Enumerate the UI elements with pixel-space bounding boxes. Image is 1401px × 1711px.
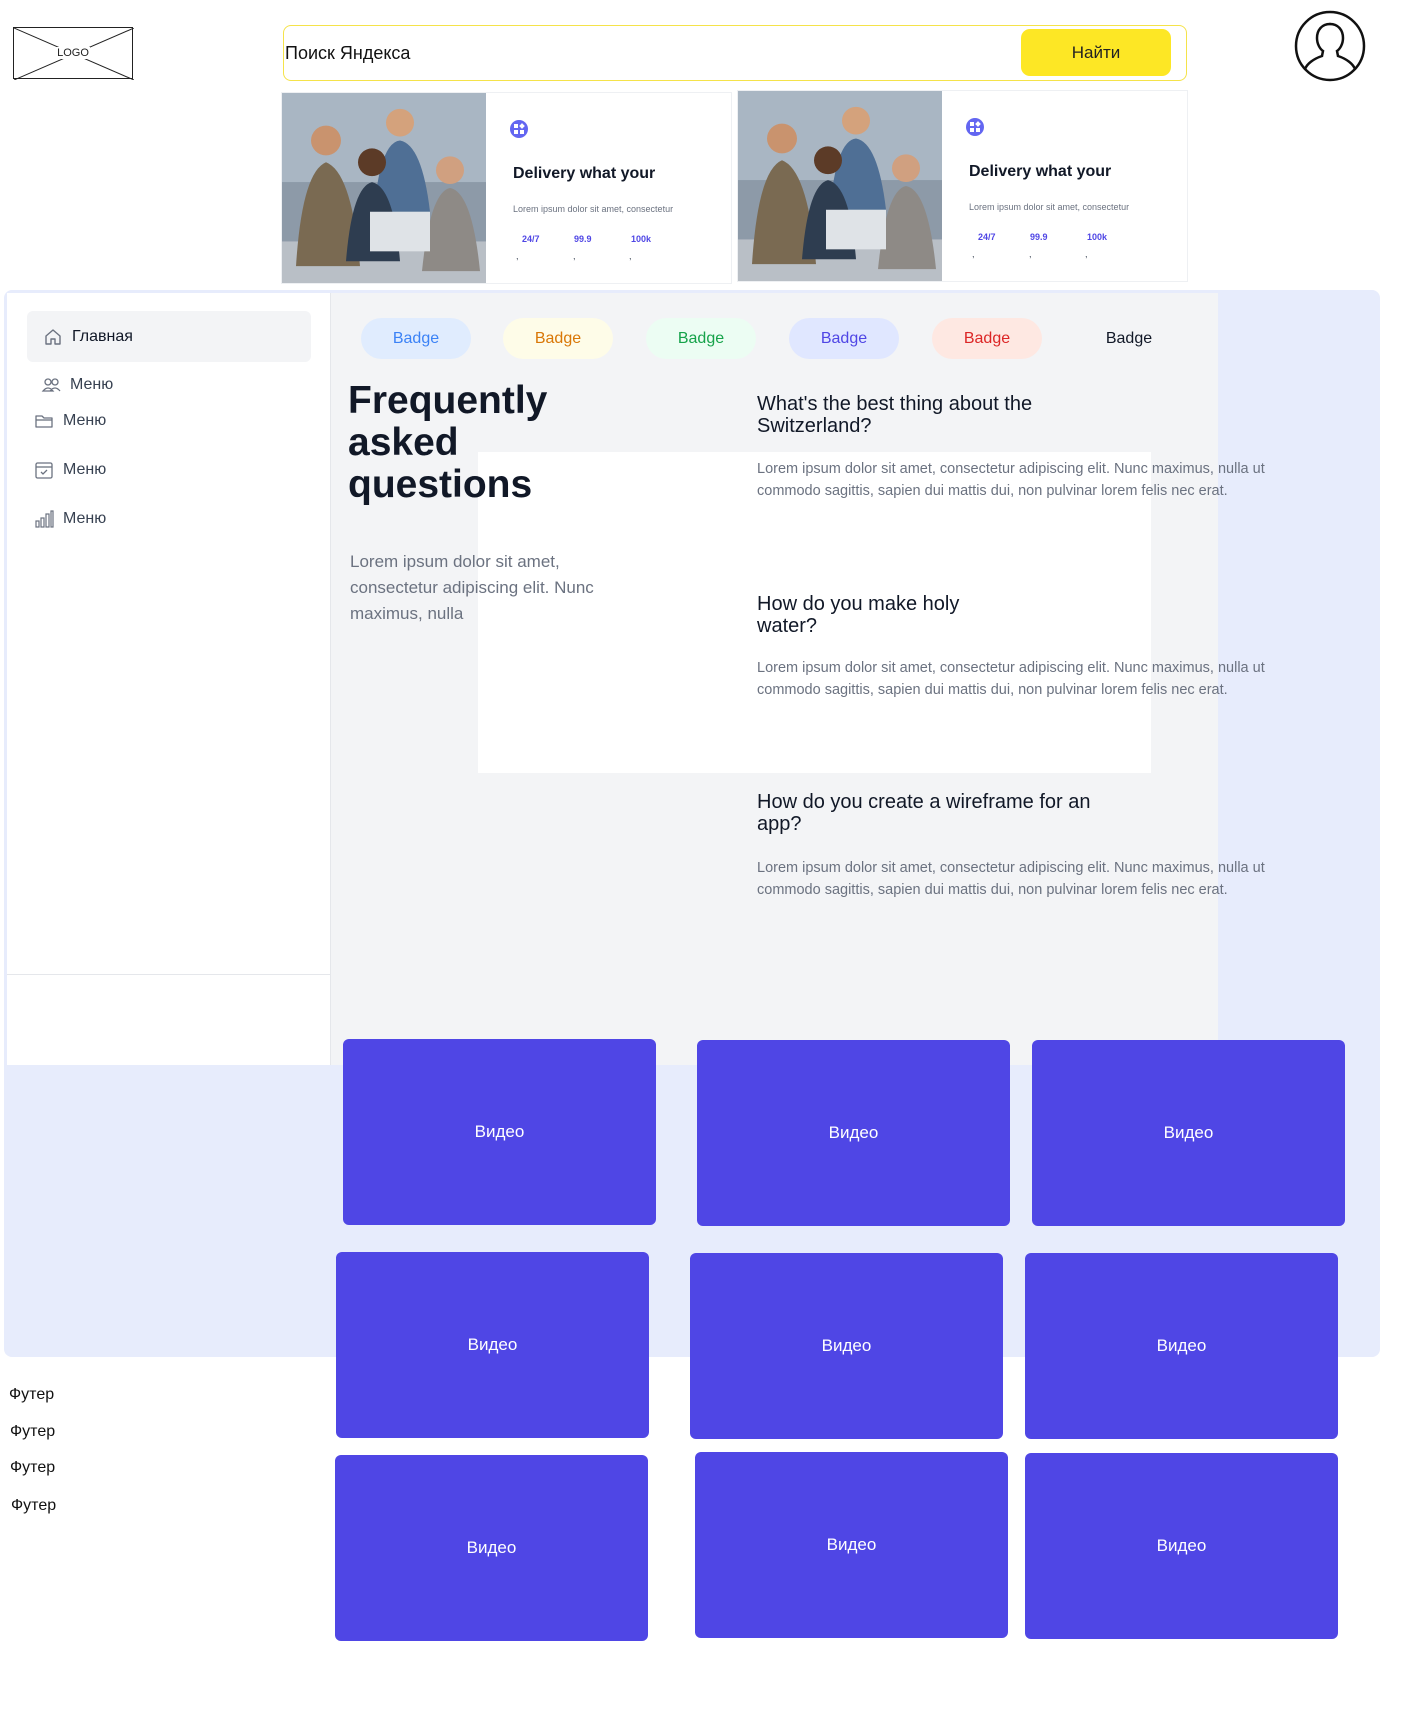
- faq-intro: Lorem ipsum dolor sit amet, consectetur …: [350, 552, 594, 623]
- sidebar-item-label: Меню: [63, 510, 107, 527]
- stat-marker: ,: [1029, 249, 1032, 259]
- avatar[interactable]: [1294, 10, 1366, 82]
- promo-card[interactable]: Delivery what your Lorem ipsum dolor sit…: [737, 90, 1188, 282]
- video-label: Видео: [1156, 1336, 1207, 1355]
- footer-link[interactable]: Футер: [10, 1423, 55, 1441]
- promo-description: Lorem ipsum dolor sit amet, consectetur: [969, 202, 1130, 212]
- sidebar-divider: [7, 974, 330, 975]
- user-icon: [1294, 10, 1366, 82]
- folder-icon: [34, 411, 54, 431]
- video-tile[interactable]: Видео: [336, 1252, 649, 1438]
- sidebar-item-label: Меню: [63, 461, 107, 478]
- promo-title: Delivery what your: [513, 165, 656, 182]
- promo-stat: 24/7: [978, 232, 996, 242]
- sidebar-item-users[interactable]: Меню: [41, 375, 113, 395]
- badge-yellow[interactable]: Badge: [503, 318, 613, 359]
- promo-stat: 99.9: [1030, 232, 1048, 242]
- stat-marker: ,: [573, 251, 576, 261]
- video-tile[interactable]: Видео: [1025, 1253, 1338, 1439]
- faq-question: How do you create a wireframe for an app…: [757, 791, 1091, 835]
- logo-text: LOGO: [56, 47, 90, 59]
- footer-link[interactable]: Футер: [11, 1497, 56, 1515]
- video-label: Видео: [828, 1123, 879, 1142]
- users-icon: [41, 375, 61, 395]
- faq-title: Frequently asked questions: [348, 379, 548, 506]
- widget-icon: [510, 120, 528, 138]
- sidebar-item-label: Меню: [63, 412, 107, 429]
- stat-marker: ,: [1085, 249, 1088, 259]
- chart-icon: [34, 509, 54, 529]
- badge-red[interactable]: Badge: [932, 318, 1042, 359]
- video-tile[interactable]: Видео: [697, 1040, 1010, 1226]
- team-photo: [282, 93, 486, 283]
- promo-stat: 24/7: [522, 234, 540, 244]
- faq-answer: Lorem ipsum dolor sit amet, consectetur …: [757, 860, 1265, 898]
- video-label: Видео: [821, 1336, 872, 1355]
- video-label: Видео: [826, 1535, 877, 1554]
- promo-description: Lorem ipsum dolor sit amet, consectetur: [513, 204, 674, 214]
- badge-label: Badge: [1105, 329, 1153, 347]
- badge-label: Badge: [963, 329, 1011, 347]
- video-tile[interactable]: Видео: [695, 1452, 1008, 1638]
- video-tile[interactable]: Видео: [335, 1455, 648, 1641]
- widget-icon: [966, 118, 984, 136]
- video-tile[interactable]: Видео: [1032, 1040, 1345, 1226]
- faq-question: What's the best thing about the Switzerl…: [757, 393, 1033, 437]
- sidebar-item-folder[interactable]: Меню: [34, 411, 106, 431]
- home-icon: [43, 327, 63, 347]
- sidebar-item-chart[interactable]: Меню: [34, 509, 106, 529]
- video-tile[interactable]: Видео: [343, 1039, 656, 1225]
- video-tile[interactable]: Видео: [1025, 1453, 1338, 1639]
- team-photo: [738, 91, 942, 281]
- promo-stat: 100k: [631, 234, 652, 244]
- search-button[interactable]: Найти: [1021, 29, 1171, 76]
- faq-answer: Lorem ipsum dolor sit amet, consectetur …: [757, 461, 1265, 499]
- search-input[interactable]: [284, 26, 984, 80]
- promo-stat: 100k: [1087, 232, 1108, 242]
- video-label: Видео: [466, 1538, 517, 1557]
- video-label: Видео: [1156, 1536, 1207, 1555]
- badge-gray[interactable]: Badge: [1074, 318, 1184, 359]
- sidebar-item-label: Главная: [72, 327, 133, 345]
- badge-indigo[interactable]: Badge: [789, 318, 899, 359]
- badge-blue[interactable]: Badge: [361, 318, 471, 359]
- video-label: Видео: [474, 1122, 525, 1141]
- badge-label: Badge: [820, 329, 868, 347]
- promo-title: Delivery what your: [969, 163, 1112, 180]
- badge-label: Badge: [392, 329, 440, 347]
- sidebar-item-home[interactable]: Главная: [27, 311, 311, 362]
- video-label: Видео: [1163, 1123, 1214, 1142]
- promo-card[interactable]: Delivery what your Lorem ipsum dolor sit…: [281, 92, 732, 284]
- promo-stat: 99.9: [574, 234, 592, 244]
- stat-marker: ,: [972, 249, 975, 259]
- video-tile[interactable]: Видео: [690, 1253, 1003, 1439]
- badge-label: Badge: [677, 329, 725, 347]
- sidebar: Главная Меню Меню Меню Меню: [7, 293, 331, 1065]
- badge-green[interactable]: Badge: [646, 318, 756, 359]
- video-label: Видео: [467, 1335, 518, 1354]
- footer-link[interactable]: Футер: [10, 1459, 55, 1477]
- badge-label: Badge: [534, 329, 582, 347]
- faq-question: How do you make holy water?: [757, 593, 960, 637]
- sidebar-item-calendar[interactable]: Меню: [34, 460, 106, 480]
- calendar-icon: [34, 460, 54, 480]
- search-bar: Найти: [283, 25, 1187, 81]
- sidebar-item-label: Меню: [70, 376, 114, 393]
- footer-link[interactable]: Футер: [9, 1386, 54, 1404]
- faq-answer: Lorem ipsum dolor sit amet, consectetur …: [757, 660, 1265, 698]
- logo[interactable]: LOGO: [13, 27, 134, 80]
- stat-marker: ,: [629, 251, 632, 261]
- stat-marker: ,: [516, 251, 519, 261]
